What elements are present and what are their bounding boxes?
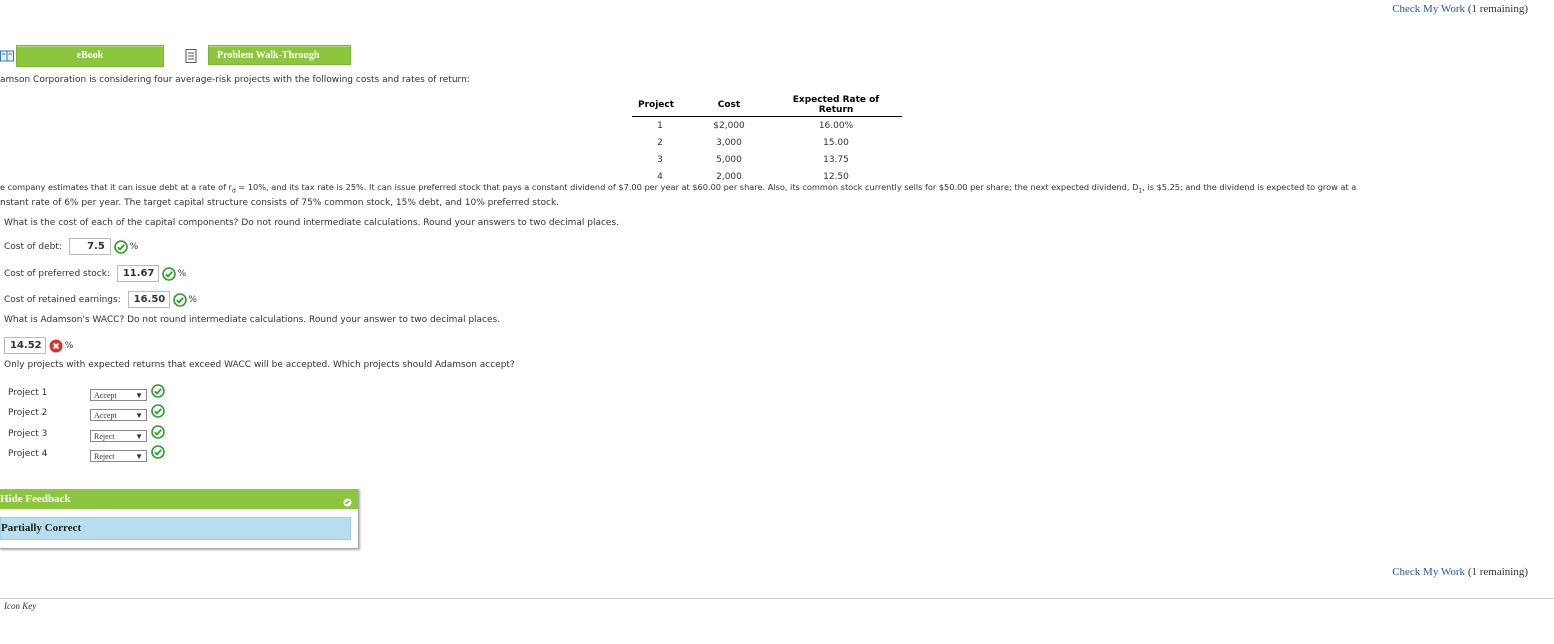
para1-rest: = 10%, and its tax rate is 25%. It can i… [235,182,1139,192]
cell-cost: 3,000 [716,137,742,148]
problem-paragraph-line2: nstant rate of 6% per year. The target c… [0,198,560,208]
percent-sign: % [64,341,74,351]
para1-text: e company estimates that it can issue de… [0,182,232,192]
table-row: 1 $2,000 16.00% [632,117,902,135]
check-my-work-top: Check My Work (1 remaining) [1392,3,1528,15]
percent-sign: % [129,242,139,252]
cell-project: 2 [657,137,663,148]
intro-text: amson Corporation is considering four av… [0,75,470,85]
ebook-button[interactable]: eBook [16,45,164,67]
project-2-choice: Accept [94,411,117,420]
check-my-work-link[interactable]: Check My Work [1392,3,1465,15]
correct-check-icon [151,384,165,401]
cost-of-preferred-input[interactable]: 11.67 [116,265,159,282]
problem-paragraph-line1: e company estimates that it can issue de… [0,182,1356,195]
document-icon[interactable] [184,49,198,63]
walkthrough-button[interactable]: Problem Walk-Through [208,45,351,65]
collapse-icon[interactable] [343,495,352,514]
hide-feedback-toggle[interactable]: Hide Feedback [0,490,358,509]
icon-key-link[interactable]: Icon Key [4,601,36,611]
project-4-choice: Reject [94,452,115,461]
remaining-count: (1 remaining) [1467,3,1528,15]
project-3-choice: Reject [94,432,115,441]
cost-of-retained-input[interactable]: 16.50 [127,291,170,308]
footer-divider [0,598,1554,599]
cell-cost: $2,000 [713,120,745,131]
feedback-panel: Hide Feedback Partially Correct [0,489,359,549]
project-1-select[interactable]: Accept ▼ [90,389,147,401]
check-my-work-bottom: Check My Work (1 remaining) [1392,566,1528,578]
check-my-work-link[interactable]: Check My Work [1392,566,1465,578]
wacc-input[interactable]: 14.52 [4,337,46,354]
correct-check-icon [172,293,187,307]
correct-check-icon [151,445,165,462]
cost-of-debt-label: Cost of debt: [4,242,62,252]
cost-of-debt-input[interactable]: 7.5 [68,238,111,255]
col-cost: Cost [688,93,770,117]
percent-sign: % [188,295,197,305]
cell-project: 1 [657,120,663,131]
chevron-down-icon: ▼ [135,411,143,420]
chevron-down-icon: ▼ [135,432,143,441]
projects-table: Project Cost Expected Rate of Return 1 $… [632,93,902,185]
question-1: What is the cost of each of the capital … [4,218,620,228]
cell-return: 16.00% [818,120,854,131]
cost-of-retained-row: Cost of retained earnings: 16.50 % [4,291,197,308]
cost-of-retained-label: Cost of retained earnings: [4,295,121,305]
project-3-select[interactable]: Reject ▼ [90,430,147,442]
cell-return: 13.75 [823,154,849,165]
project-1-choice: Accept [94,391,117,400]
wacc-row: 14.52 % [4,337,73,354]
chevron-down-icon: ▼ [135,391,143,400]
project-2-select[interactable]: Accept ▼ [90,409,147,421]
cell-cost: 5,000 [716,154,742,165]
project-3-label: Project 3 [8,429,48,439]
question-3: Only projects with expected returns that… [4,360,515,370]
percent-sign: % [177,269,187,279]
correct-check-icon [161,267,176,281]
project-4-label: Project 4 [8,449,48,459]
project-1-label: Project 1 [8,388,48,398]
incorrect-x-icon [49,339,63,353]
correct-check-icon [151,404,165,421]
cell-project: 3 [657,154,663,165]
remaining-count: (1 remaining) [1467,566,1528,578]
cost-of-preferred-row: Cost of preferred stock: 11.67 % [4,265,186,282]
correct-check-icon [113,240,128,254]
col-return: Expected Rate of Return [770,93,902,117]
cell-return: 15.00 [823,137,849,148]
project-4-select[interactable]: Reject ▼ [90,450,147,462]
para1-end: , is $5.25; and the dividend is expected… [1142,182,1357,192]
cost-of-debt-row: Cost of debt: 7.5 % [4,238,138,255]
question-2: What is Adamson's WACC? Do not round int… [4,315,501,325]
chevron-down-icon: ▼ [135,452,143,461]
correct-check-icon [151,425,165,442]
feedback-status: Partially Correct [0,517,351,540]
book-icon[interactable] [0,49,14,63]
table-row: 3 5,000 13.75 [632,151,902,168]
project-2-label: Project 2 [8,408,48,418]
hide-feedback-label: Hide Feedback [0,493,71,505]
col-project: Project [632,93,688,117]
cost-of-preferred-label: Cost of preferred stock: [4,269,110,279]
table-row: 2 3,000 15.00 [632,134,902,151]
